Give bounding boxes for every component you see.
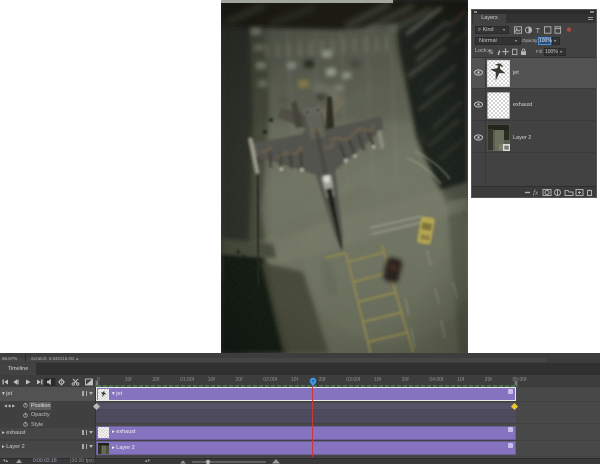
- svg-text:T: T: [536, 26, 541, 34]
- svg-text:fx: fx: [533, 189, 539, 196]
